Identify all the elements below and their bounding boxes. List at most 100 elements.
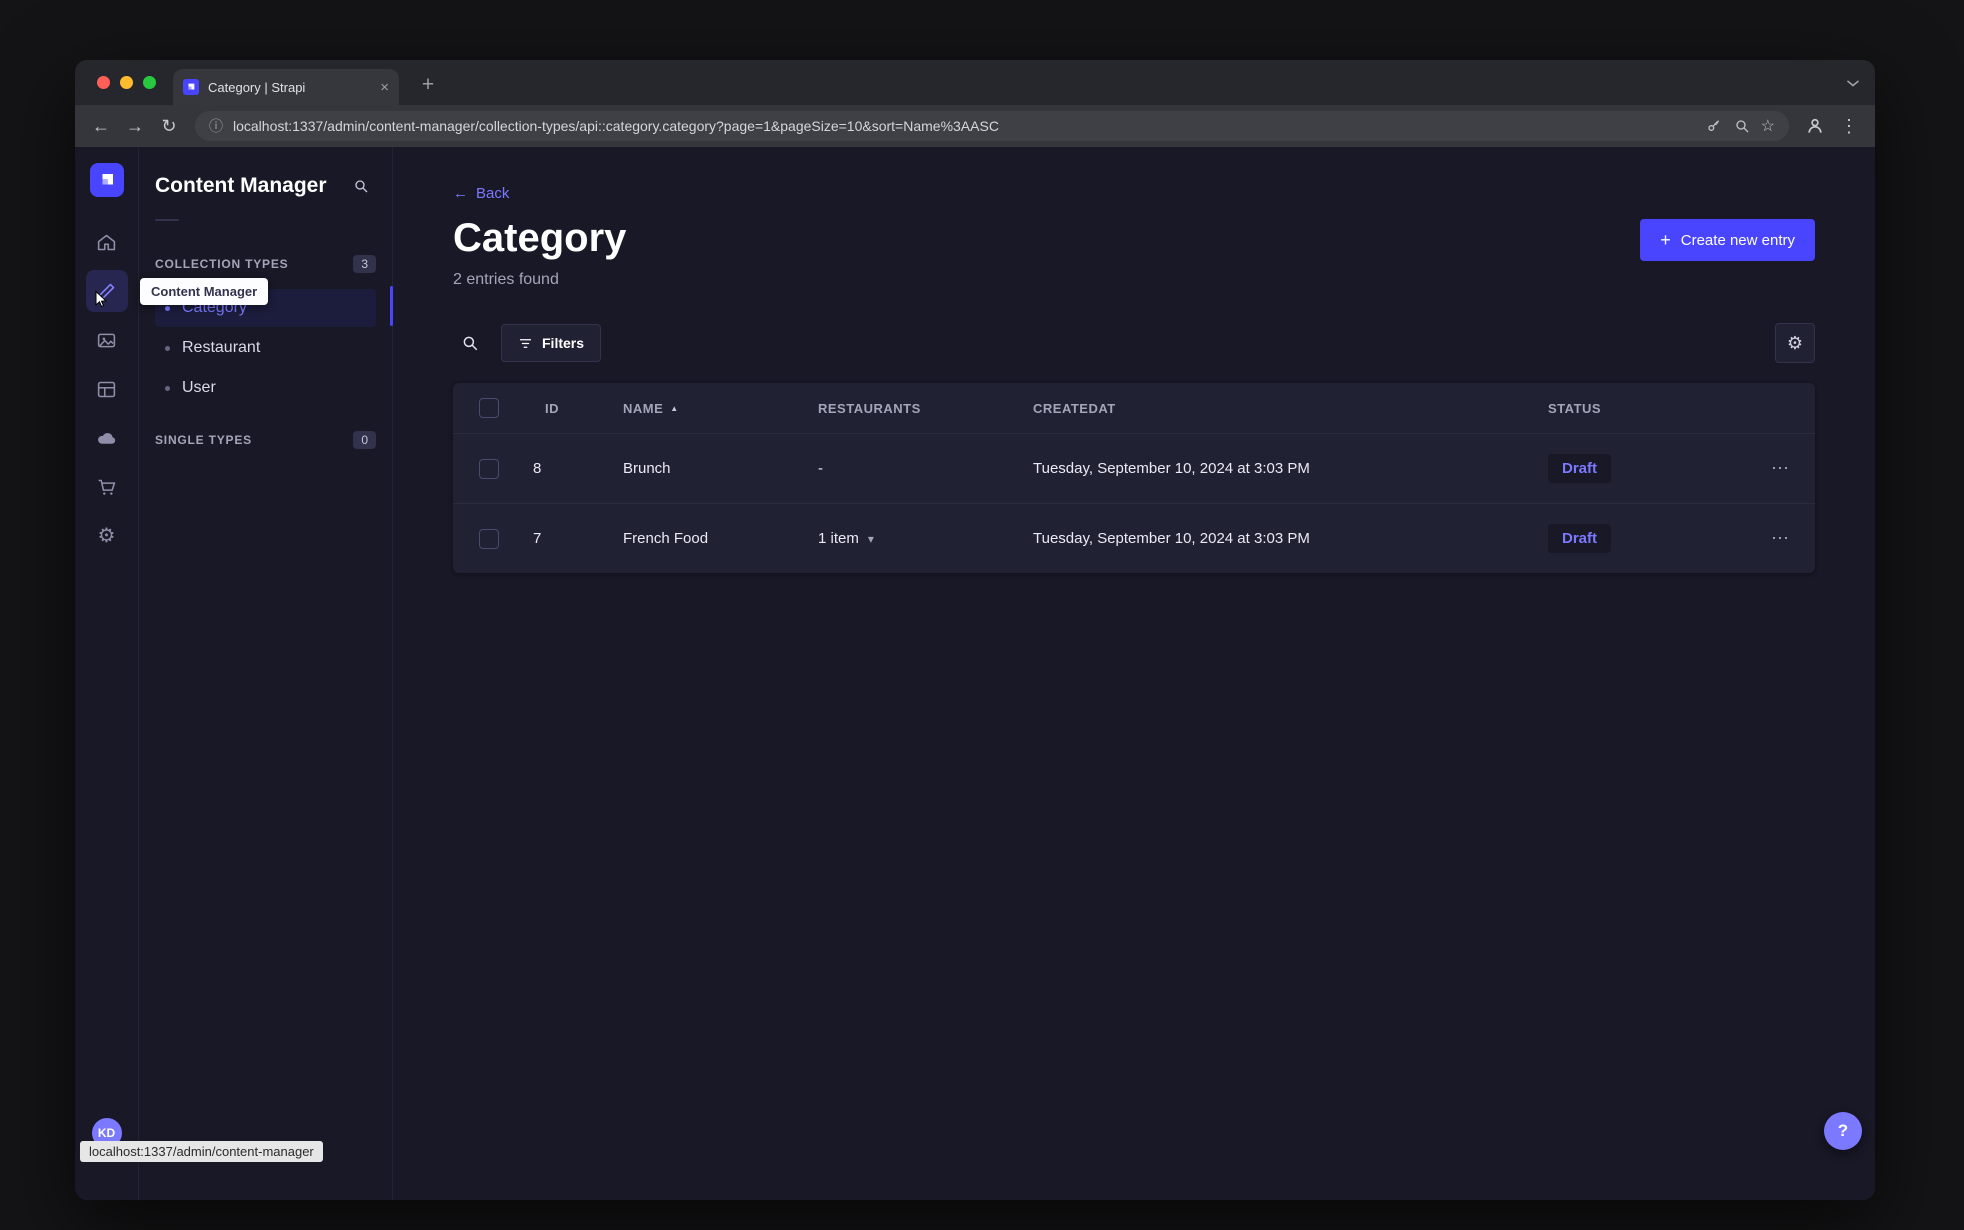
chevron-down-icon[interactable]: ▾ <box>868 532 874 546</box>
window-controls <box>97 76 156 89</box>
sidebar-item-user[interactable]: User <box>155 369 376 407</box>
cell-name: Brunch <box>623 460 671 477</box>
single-types-section: SINGLE TYPES 0 <box>155 431 376 449</box>
search-icon[interactable] <box>453 326 487 360</box>
close-window-button[interactable] <box>97 76 110 89</box>
back-link[interactable]: ← Back <box>453 185 509 202</box>
row-checkbox[interactable] <box>479 458 499 479</box>
column-header-restaurants: RESTAURANTS <box>818 400 921 416</box>
sort-ascending-icon: ▲ <box>670 403 679 413</box>
cell-id: 7 <box>533 530 542 547</box>
table-row[interactable]: 8 Brunch - Tuesday, September 10, 2024 a… <box>453 433 1815 503</box>
column-header-id[interactable]: ID <box>525 401 615 416</box>
bookmark-star-icon[interactable]: ☆ <box>1761 116 1775 136</box>
forward-button[interactable]: → <box>119 110 151 142</box>
entries-table: ID NAME ▲ RESTAURANTS CREATEDAT STATUS 8… <box>453 383 1815 573</box>
zoom-lens-icon[interactable] <box>1733 117 1751 135</box>
cell-status: Draft <box>1540 524 1745 553</box>
tab-search-chevron-icon[interactable] <box>1843 73 1863 93</box>
address-bar[interactable]: ⓘ localhost:1337/admin/content-manager/c… <box>195 111 1789 141</box>
single-types-label: SINGLE TYPES <box>155 433 252 447</box>
bullet-icon <box>165 305 170 311</box>
nav-content-type-builder-icon[interactable] <box>86 368 128 410</box>
sidebar-item-restaurant[interactable]: Restaurant <box>155 329 376 367</box>
page-title: Category <box>453 216 627 260</box>
strapi-favicon-icon <box>183 79 199 95</box>
back-button[interactable]: ← <box>85 110 117 142</box>
single-types-count-badge: 0 <box>353 431 376 449</box>
gear-icon: ⚙ <box>1786 332 1804 353</box>
column-header-createdat: CREATEDAT <box>1033 400 1116 416</box>
back-label: Back <box>476 185 510 202</box>
cell-restaurants: 1 item ▾ <box>818 530 874 547</box>
subnav-search-icon[interactable] <box>346 171 376 201</box>
sidebar-item-label: Restaurant <box>182 339 261 356</box>
browser-window: Category | Strapi × + ← → ↻ ⓘ localhost:… <box>75 60 1875 1200</box>
select-all-checkbox[interactable] <box>479 398 499 418</box>
reload-button[interactable]: ↻ <box>153 110 185 142</box>
bullet-icon <box>165 385 170 391</box>
row-select-cell <box>453 528 525 549</box>
new-tab-button[interactable]: + <box>413 70 443 100</box>
back-arrow-icon: ← <box>453 185 468 202</box>
plus-icon: + <box>1660 230 1671 250</box>
sidebar-item-label: User <box>182 379 216 396</box>
row-checkbox[interactable] <box>479 528 499 549</box>
link-preview-bubble: localhost:1337/admin/content-manager <box>80 1141 323 1162</box>
title-row: Category + Create new entry <box>453 217 1815 261</box>
password-key-icon[interactable] <box>1705 117 1723 135</box>
create-new-entry-label: Create new entry <box>1680 231 1795 249</box>
maximize-window-button[interactable] <box>143 76 156 89</box>
main-content: ← Back Category + Create new entry 2 ent… <box>393 147 1875 1200</box>
nav-home-icon[interactable] <box>86 221 128 263</box>
table-row[interactable]: 7 French Food 1 item ▾ Tuesday, Septembe… <box>453 503 1815 573</box>
strapi-app: ⚙ KD Content Manager COLLECTION TYPES 3 … <box>75 147 1875 1200</box>
tab-title: Category | Strapi <box>208 79 306 95</box>
nav-media-library-icon[interactable] <box>86 319 128 361</box>
status-badge: Draft <box>1548 524 1612 553</box>
table-header-row: ID NAME ▲ RESTAURANTS CREATEDAT STATUS <box>453 383 1815 433</box>
minimize-window-button[interactable] <box>120 76 133 89</box>
mouse-cursor <box>91 289 111 309</box>
nav-deploy-cloud-icon[interactable] <box>86 417 128 459</box>
list-toolbar: Filters ⚙ <box>453 323 1815 363</box>
cell-createdat: Tuesday, September 10, 2024 at 3:03 PM <box>1033 530 1310 547</box>
tab-strip: Category | Strapi × + <box>75 60 1875 105</box>
row-actions-menu-icon[interactable]: ⋯ <box>1745 458 1815 479</box>
filters-label: Filters <box>542 335 585 351</box>
browser-menu-icon[interactable]: ⋮ <box>1833 110 1865 142</box>
cell-createdat: Tuesday, September 10, 2024 at 3:03 PM <box>1033 460 1310 477</box>
collection-types-label: COLLECTION TYPES <box>155 257 289 271</box>
collection-types-count-badge: 3 <box>353 255 376 273</box>
url-text[interactable]: localhost:1337/admin/content-manager/col… <box>233 118 1695 134</box>
entries-count: 2 entries found <box>453 271 559 288</box>
cell-restaurants: - <box>818 460 823 477</box>
nav-settings-icon[interactable]: ⚙ <box>86 515 128 557</box>
help-button[interactable]: ? <box>1824 1112 1862 1150</box>
browser-toolbar: ← → ↻ ⓘ localhost:1337/admin/content-man… <box>75 105 1875 147</box>
nav-marketplace-icon[interactable] <box>86 466 128 508</box>
site-info-icon[interactable]: ⓘ <box>209 116 223 136</box>
cell-name: French Food <box>623 530 709 547</box>
browser-tab[interactable]: Category | Strapi × <box>173 69 399 105</box>
cell-status: Draft <box>1540 454 1745 483</box>
column-header-name[interactable]: NAME ▲ <box>615 401 810 416</box>
subnav-header: Content Manager <box>155 171 376 201</box>
select-all-cell <box>453 398 525 418</box>
cell-id: 8 <box>533 460 542 477</box>
content-manager-tooltip: Content Manager <box>140 278 269 305</box>
status-badge: Draft <box>1548 454 1612 483</box>
column-header-status: STATUS <box>1548 400 1602 416</box>
filters-button[interactable]: Filters <box>501 324 602 362</box>
filter-icon <box>519 338 532 348</box>
strapi-logo[interactable] <box>89 163 124 197</box>
profile-icon[interactable] <box>1799 110 1831 142</box>
collection-types-section: COLLECTION TYPES 3 <box>155 255 376 273</box>
subnav-title: Content Manager <box>155 174 327 197</box>
row-select-cell <box>453 458 525 479</box>
tab-close-icon[interactable]: × <box>380 80 389 95</box>
subnav-divider <box>155 219 179 221</box>
row-actions-menu-icon[interactable]: ⋯ <box>1745 528 1815 549</box>
view-settings-button[interactable]: ⚙ <box>1775 323 1815 363</box>
create-new-entry-button[interactable]: + Create new entry <box>1640 219 1815 261</box>
